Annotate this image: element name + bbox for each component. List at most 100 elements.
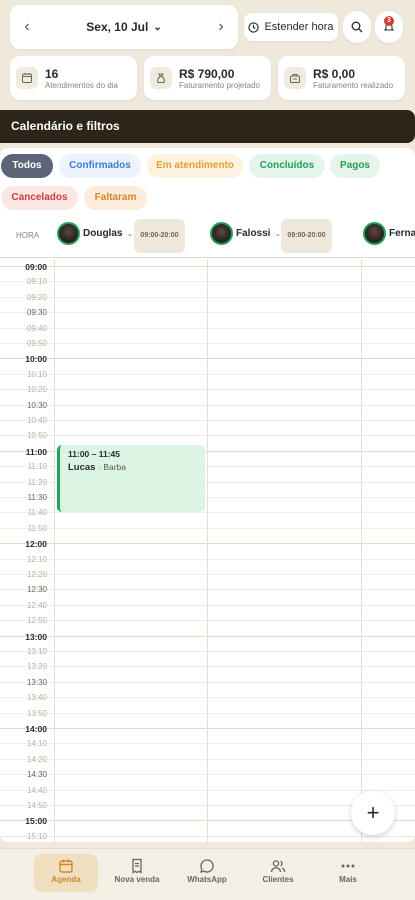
professional-falossi[interactable]: Falossi ⌄ — [210, 222, 281, 245]
time-label: 12:30 — [26, 585, 47, 595]
avatar — [210, 222, 233, 245]
add-appointment-button[interactable]: + — [351, 791, 395, 835]
column-divider — [207, 259, 208, 842]
chip-confirmados[interactable]: Confirmados — [59, 154, 141, 178]
stat-label: Faturamento realizado — [313, 80, 394, 90]
time-label: 10:50 — [26, 431, 47, 441]
professional-name: Falossi — [236, 228, 271, 239]
column-divider — [54, 259, 55, 842]
chip-faltaram[interactable]: Faltaram — [84, 186, 147, 210]
schedule-grid[interactable]: 11:00 – 11:45 Lucas · Barba 09:00 09:10 09… — [0, 259, 415, 842]
chip-em-atendimento[interactable]: Em atendimento — [147, 154, 243, 178]
time-label: 14:00 — [25, 724, 47, 734]
time-label: 09:30 — [26, 308, 47, 318]
nav-label: Mais — [339, 875, 357, 884]
appointment-time: 11:00 – 11:45 — [68, 449, 120, 459]
time-label: 14:40 — [26, 785, 47, 795]
nav-nova-venda[interactable]: Nova venda — [105, 854, 169, 892]
chevron-down-icon: ⌄ — [126, 229, 134, 238]
time-label: 15:00 — [25, 816, 47, 827]
calendar-icon — [16, 67, 38, 89]
nav-label: Agenda — [51, 875, 81, 884]
professionals-header: HORA Douglas ⌄ 09:00-20:00 Falossi ⌄ 09:… — [0, 219, 415, 258]
nav-mais[interactable]: Mais — [316, 854, 380, 892]
stat-appointments: 16 Atendimentos do dia — [10, 56, 137, 100]
appointment-client: Lucas — [68, 462, 96, 473]
extend-hour-label: Estender hora — [264, 21, 334, 33]
date-selector[interactable]: Sex, 10 Jul ⌄ — [86, 20, 161, 34]
chip-pagos[interactable]: Pagos — [330, 154, 380, 178]
time-label: 10:00 — [25, 354, 47, 365]
nav-agenda[interactable]: Agenda — [34, 854, 98, 892]
time-label: 10:10 — [26, 369, 47, 379]
extend-hour-button[interactable]: Estender hora — [244, 13, 338, 41]
time-label: 09:40 — [26, 323, 47, 333]
top-bar: ‹ Sex, 10 Jul ⌄ › Estender hora 3 — [10, 5, 405, 49]
work-hours-chip: 09:00-20:00 — [281, 219, 332, 253]
time-label: 09:00 — [25, 262, 47, 272]
calendar-icon — [34, 856, 98, 875]
professional-name: Douglas — [83, 228, 123, 239]
time-label: 12:40 — [26, 600, 47, 610]
stat-value: R$ 0,00 — [313, 66, 356, 81]
users-icon — [246, 856, 310, 875]
nav-whatsapp[interactable]: WhatsApp — [175, 854, 239, 892]
time-label: 13:50 — [26, 708, 47, 718]
more-icon — [316, 856, 380, 875]
avatar — [363, 222, 386, 245]
money-bag-icon — [150, 67, 172, 89]
professional-ferna[interactable]: Ferna — [363, 222, 415, 245]
notification-badge: 3 — [384, 16, 394, 26]
time-label: 14:10 — [26, 739, 47, 749]
time-label: 11:50 — [27, 523, 47, 533]
stat-realized-revenue: R$ 0,00 Faturamento realizado — [278, 56, 405, 100]
time-label: 11:30 — [27, 493, 47, 502]
next-day-button[interactable]: › — [214, 18, 228, 36]
search-icon — [351, 21, 363, 33]
date-navigator: ‹ Sex, 10 Jul ⌄ › — [10, 5, 238, 49]
time-label: 13:40 — [26, 693, 47, 703]
appointment-card[interactable]: 11:00 – 11:45 Lucas · Barba — [57, 445, 205, 512]
prev-day-button[interactable]: ‹ — [20, 18, 34, 36]
stat-value: R$ 790,00 — [179, 66, 235, 81]
time-label: 12:00 — [25, 539, 47, 550]
time-label: 13:00 — [25, 631, 47, 642]
appointment-details: Lucas · Barba — [68, 462, 197, 473]
time-label: 09:10 — [26, 277, 47, 287]
column-divider — [361, 259, 362, 842]
hour-column-label: HORA — [16, 231, 40, 240]
notifications-button[interactable]: 3 — [375, 11, 403, 43]
professional-name: Ferna — [389, 228, 415, 239]
time-label: 15:10 — [26, 831, 47, 841]
time-label: 12:50 — [26, 616, 47, 626]
time-label: 12:20 — [26, 570, 47, 579]
stats-row: 16 Atendimentos do dia R$ 790,00 Faturam… — [10, 56, 405, 100]
search-button[interactable] — [343, 11, 371, 43]
time-label: 10:40 — [26, 416, 47, 425]
bottom-navigation: Agenda Nova venda WhatsApp Clientes Mais — [0, 848, 415, 900]
calendar-filters-toggle[interactable]: Calendário e filtros — [0, 110, 415, 143]
time-label: 14:20 — [26, 754, 47, 764]
receipt-icon — [105, 856, 169, 875]
work-hours-chip: 09:00-20:00 — [134, 219, 185, 253]
time-label: 13:30 — [26, 677, 47, 687]
avatar — [57, 222, 80, 245]
appointment-service: Barba — [103, 462, 126, 472]
time-label: 13:10 — [26, 647, 47, 656]
register-icon — [284, 67, 306, 89]
chip-concluidos[interactable]: Concluídos — [249, 154, 325, 178]
nav-label: Nova venda — [114, 875, 160, 884]
date-label: Sex, 10 Jul — [86, 20, 149, 34]
stat-value: 16 — [45, 66, 59, 81]
time-label: 11:20 — [27, 477, 47, 487]
time-label: 11:40 — [27, 508, 47, 518]
time-label: 09:50 — [26, 339, 47, 348]
chevron-down-icon: ⌄ — [153, 21, 162, 33]
stat-label: Atendimentos do dia — [45, 80, 118, 90]
time-label: 14:50 — [26, 801, 47, 810]
professional-douglas[interactable]: Douglas ⌄ — [57, 222, 133, 245]
nav-label: Clientes — [262, 875, 294, 884]
nav-clientes[interactable]: Clientes — [246, 854, 310, 892]
chip-todos[interactable]: Todos — [1, 154, 53, 178]
chip-cancelados[interactable]: Cancelados — [1, 186, 78, 210]
